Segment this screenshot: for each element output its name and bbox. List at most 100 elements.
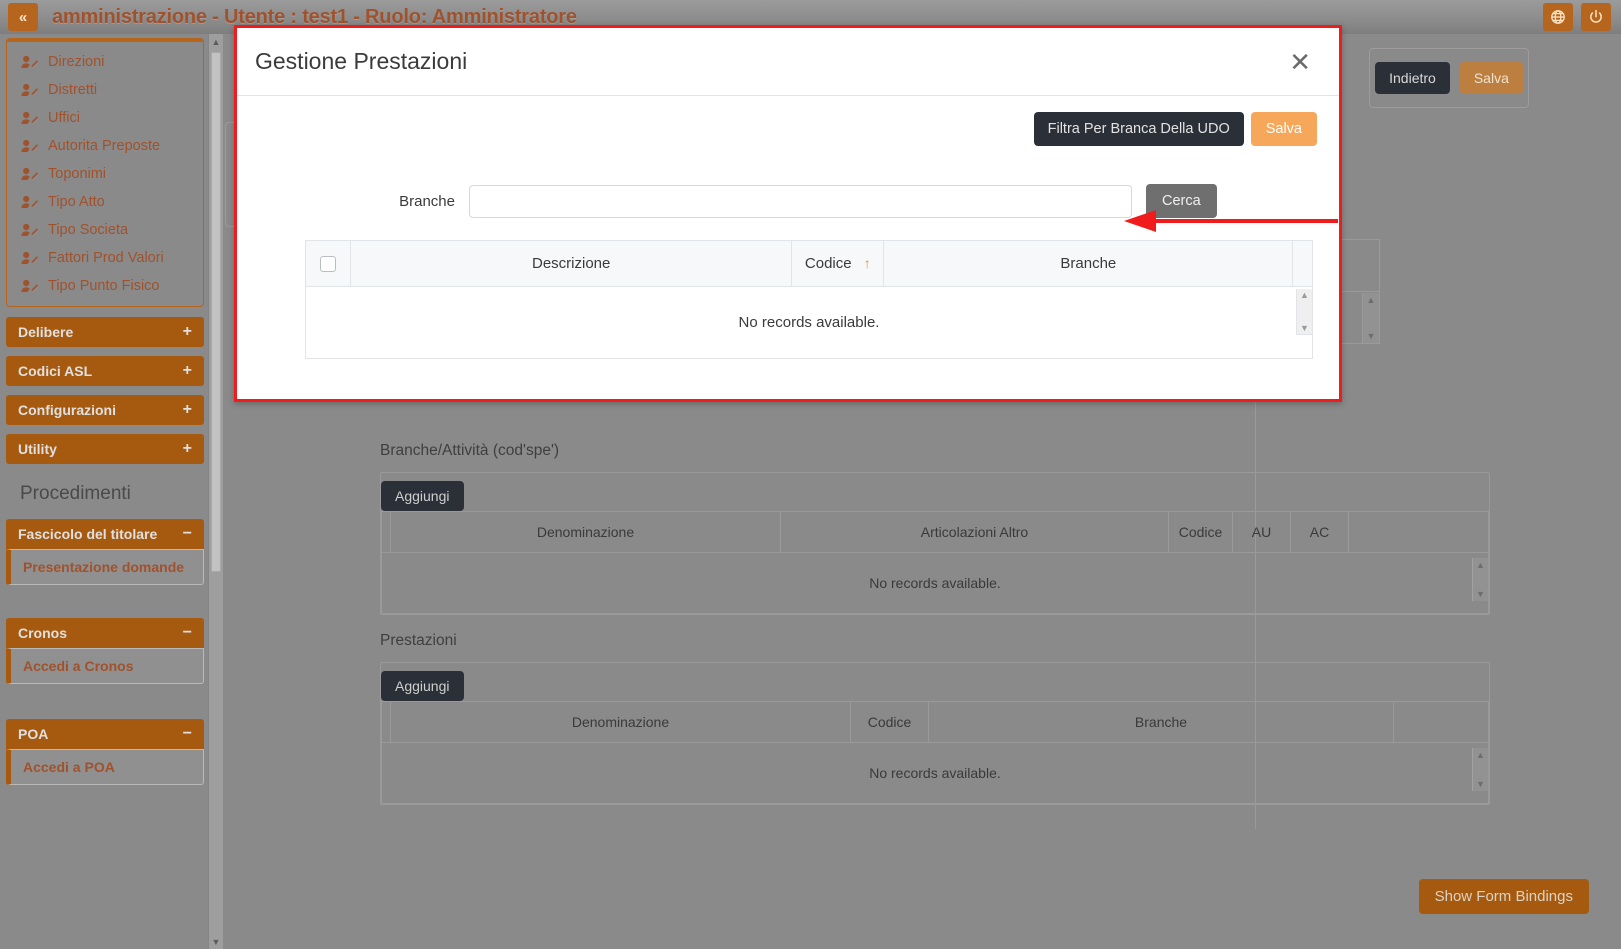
scroll-up-icon[interactable]: ▲ bbox=[209, 34, 223, 49]
sidebar-item-label: Tipo Societa bbox=[48, 222, 129, 238]
branche-search-input[interactable] bbox=[469, 184, 1132, 218]
search-row: Branche Cerca bbox=[259, 184, 1317, 218]
sidebar-item-direzioni[interactable]: Direzioni bbox=[7, 48, 203, 76]
minus-icon: − bbox=[182, 725, 192, 742]
search-button[interactable]: Cerca bbox=[1146, 184, 1217, 218]
power-icon[interactable] bbox=[1581, 3, 1611, 31]
sidebar-item-autorita-preposte[interactable]: Autorita Preposte bbox=[7, 132, 203, 160]
column-header-denominazione[interactable]: Denominazione bbox=[390, 511, 781, 553]
section-branche-attivita: Branche/Attività (cod'spe') Aggiungi Den… bbox=[380, 442, 1490, 615]
minus-icon: − bbox=[182, 525, 192, 542]
scroll-up-icon[interactable]: ▲ bbox=[1363, 295, 1379, 305]
select-all-checkbox[interactable] bbox=[319, 256, 336, 273]
close-icon[interactable]: ✕ bbox=[1283, 47, 1317, 77]
table-header-row: Denominazione Codice Branche bbox=[381, 701, 1489, 743]
sidebar-group-header[interactable]: Cronos − bbox=[6, 618, 204, 648]
sidebar-group-codici-asl[interactable]: Codici ASL + bbox=[6, 356, 204, 386]
table-header-row: Denominazione Articolazioni Altro Codice… bbox=[381, 511, 1489, 553]
user-edit-icon bbox=[21, 195, 38, 210]
column-header-codice[interactable]: Codice bbox=[850, 701, 929, 743]
sidebar-group-delibere[interactable]: Delibere + bbox=[6, 317, 204, 347]
globe-icon[interactable] bbox=[1543, 3, 1573, 31]
column-header-articolazioni-altro[interactable]: Articolazioni Altro bbox=[780, 511, 1169, 553]
sidebar-group-label: Delibere bbox=[18, 324, 74, 340]
sidebar-group-label: Utility bbox=[18, 441, 57, 457]
user-edit-icon bbox=[21, 223, 38, 238]
sidebar-item-distretti[interactable]: Distretti bbox=[7, 76, 203, 104]
application-root: « amministrazione - Utente : test1 - Ruo… bbox=[0, 0, 1621, 949]
scroll-down-icon[interactable]: ▼ bbox=[1473, 589, 1488, 599]
add-button[interactable]: Aggiungi bbox=[381, 481, 464, 511]
section-box: Aggiungi Denominazione Articolazioni Alt… bbox=[380, 472, 1490, 615]
column-header-actions[interactable] bbox=[1348, 511, 1489, 553]
top-bar-actions bbox=[1543, 3, 1621, 31]
empty-state-text: No records available. bbox=[305, 286, 1313, 360]
sidebar-collapse-icon[interactable]: « bbox=[8, 3, 38, 31]
column-header-spacer[interactable] bbox=[381, 511, 391, 553]
column-header-au[interactable]: AU bbox=[1232, 511, 1291, 553]
modal-save-button[interactable]: Salva bbox=[1250, 112, 1317, 146]
save-button[interactable]: Salva bbox=[1459, 62, 1523, 94]
show-form-bindings-button[interactable]: Show Form Bindings bbox=[1418, 879, 1589, 914]
sidebar-item-tipo-societa[interactable]: Tipo Societa bbox=[7, 216, 203, 244]
minus-icon: − bbox=[182, 624, 192, 641]
column-header-codice[interactable]: Codice bbox=[1168, 511, 1233, 553]
column-header-codice[interactable]: Codice ↑ bbox=[791, 239, 885, 288]
section-actions: Aggiungi bbox=[381, 663, 1489, 701]
modal-results-table-wrap: Descrizione Codice ↑ Branche No records … bbox=[305, 239, 1313, 360]
scroll-up-icon[interactable]: ▲ bbox=[1473, 560, 1488, 570]
user-edit-icon bbox=[21, 83, 38, 98]
sidebar-item-toponimi[interactable]: Toponimi bbox=[7, 160, 203, 188]
column-header-spacer[interactable] bbox=[381, 701, 391, 743]
scroll-down-icon[interactable]: ▼ bbox=[1363, 331, 1379, 341]
plus-icon: + bbox=[182, 401, 192, 418]
sidebar-item-fattori-prod-valori[interactable]: Fattori Prod Valori bbox=[7, 244, 203, 272]
prestazioni-results-table: Descrizione Codice ↑ Branche No records … bbox=[305, 239, 1313, 360]
sidebar-scrollbar[interactable]: ▲ ▼ bbox=[208, 34, 223, 949]
sort-asc-arrow-icon[interactable]: ↑ bbox=[864, 255, 871, 271]
background-table-scrollbar[interactable]: ▲ ▼ bbox=[1362, 293, 1379, 343]
back-button[interactable]: Indietro bbox=[1375, 62, 1450, 94]
user-edit-icon bbox=[21, 55, 38, 70]
modal-header: Gestione Prestazioni ✕ bbox=[237, 28, 1339, 96]
scroll-down-icon[interactable]: ▼ bbox=[209, 934, 223, 949]
add-button[interactable]: Aggiungi bbox=[381, 671, 464, 701]
sidebar-section-title: Procedimenti bbox=[20, 483, 131, 504]
empty-state-text: No records available. bbox=[381, 742, 1489, 804]
sidebar-group-utility[interactable]: Utility + bbox=[6, 434, 204, 464]
column-header-denominazione[interactable]: Denominazione bbox=[390, 701, 851, 743]
sidebar-group-body: Presentazione domande bbox=[6, 549, 204, 585]
section-title: Prestazioni bbox=[380, 632, 457, 649]
modal-action-bar: Filtra Per Branca Della UDO Salva bbox=[259, 112, 1317, 146]
scroll-up-icon[interactable]: ▲ bbox=[1297, 290, 1312, 300]
column-header-ac[interactable]: AC bbox=[1290, 511, 1349, 553]
sidebar-item-uffici[interactable]: Uffici bbox=[7, 104, 203, 132]
scroll-down-icon[interactable]: ▼ bbox=[1473, 779, 1488, 789]
modal-table-scrollbar[interactable]: ▲ ▼ bbox=[1296, 289, 1313, 335]
sidebar-item-tipo-punto-fisico[interactable]: Tipo Punto Fisico bbox=[7, 272, 203, 300]
column-header-branche[interactable]: Branche bbox=[928, 701, 1394, 743]
user-edit-icon bbox=[21, 111, 38, 126]
column-header-actions[interactable] bbox=[1393, 701, 1489, 743]
sidebar-item-accedi-a-cronos[interactable]: Accedi a Cronos bbox=[11, 649, 203, 683]
scroll-up-icon[interactable]: ▲ bbox=[1473, 750, 1488, 760]
table-scrollbar[interactable]: ▲ ▼ bbox=[1472, 748, 1488, 791]
filter-by-udo-branch-button[interactable]: Filtra Per Branca Della UDO bbox=[1033, 112, 1244, 146]
table-scrollbar[interactable]: ▲ ▼ bbox=[1472, 558, 1488, 601]
user-edit-icon bbox=[21, 167, 38, 182]
form-toolbar: Indietro Salva bbox=[1369, 48, 1529, 108]
column-header-branche[interactable]: Branche bbox=[883, 239, 1294, 288]
sidebar-item-tipo-atto[interactable]: Tipo Atto bbox=[7, 188, 203, 216]
sidebar-item-presentazione-domande[interactable]: Presentazione domande bbox=[11, 550, 203, 584]
sidebar-item-label: Tipo Punto Fisico bbox=[48, 278, 160, 294]
column-header-descrizione[interactable]: Descrizione bbox=[349, 239, 793, 288]
sidebar-group-configurazioni[interactable]: Configurazioni + bbox=[6, 395, 204, 425]
sidebar-item-label: Direzioni bbox=[48, 54, 105, 70]
sidebar-group-header[interactable]: POA − bbox=[6, 719, 204, 749]
column-header-select-all[interactable] bbox=[305, 239, 351, 288]
sidebar-item-accedi-a-poa[interactable]: Accedi a POA bbox=[11, 750, 203, 784]
scroll-down-icon[interactable]: ▼ bbox=[1297, 323, 1312, 333]
sidebar-group-label: POA bbox=[18, 726, 49, 742]
scrollbar-thumb[interactable] bbox=[211, 52, 221, 572]
sidebar-group-header[interactable]: Fascicolo del titolare − bbox=[6, 519, 204, 549]
